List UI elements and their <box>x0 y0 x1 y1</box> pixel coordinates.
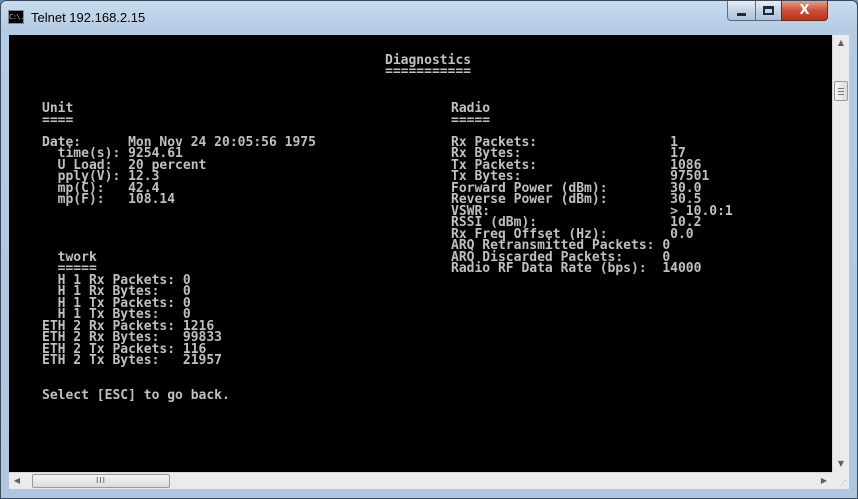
scroll-right-icon[interactable]: ▶ <box>816 473 832 489</box>
scroll-down-icon[interactable]: ▼ <box>833 456 849 472</box>
diagnostics-underline: =========== <box>385 64 472 79</box>
console-app-icon[interactable]: C:\. <box>8 10 24 24</box>
telnet-window: C:\. Telnet 192.168.2.15 X Diagnostics =… <box>0 0 858 499</box>
unit-underline: ==== <box>42 113 74 128</box>
minimize-button[interactable] <box>727 1 756 21</box>
network-line: ETH 2 Tx Bytes: 21957 <box>42 353 223 368</box>
maximize-button[interactable] <box>755 1 782 21</box>
resize-corner[interactable]: ⋰ <box>832 472 849 489</box>
title-bar[interactable]: C:\. Telnet 192.168.2.15 X <box>1 1 857 34</box>
unit-line-temp-f: mp(F): 108.14 <box>42 192 176 207</box>
close-icon: X <box>799 3 810 18</box>
horizontal-scroll-thumb[interactable]: III <box>32 474 170 488</box>
resize-grip-icon[interactable]: ⋰ <box>840 480 847 487</box>
window-title: Telnet 192.168.2.15 <box>31 10 146 25</box>
horizontal-scrollbar[interactable]: ◀ III ▶ <box>9 472 832 489</box>
radio-underline: ===== <box>451 113 491 128</box>
maximize-icon <box>763 6 774 15</box>
scroll-up-icon[interactable]: ▲ <box>833 35 849 51</box>
vertical-scrollbar[interactable]: ▲ ▼ <box>832 35 849 472</box>
console-output[interactable]: Diagnostics =========== Unit ==== Date: … <box>9 35 832 472</box>
close-button[interactable]: X <box>781 1 828 21</box>
scroll-left-icon[interactable]: ◀ <box>9 473 25 489</box>
vertical-scroll-thumb[interactable] <box>834 81 848 101</box>
radio-line: Radio RF Data Rate (bps): 14000 <box>451 261 702 276</box>
footer-prompt: Select [ESC] to go back. <box>42 388 230 403</box>
minimize-icon <box>737 12 746 16</box>
